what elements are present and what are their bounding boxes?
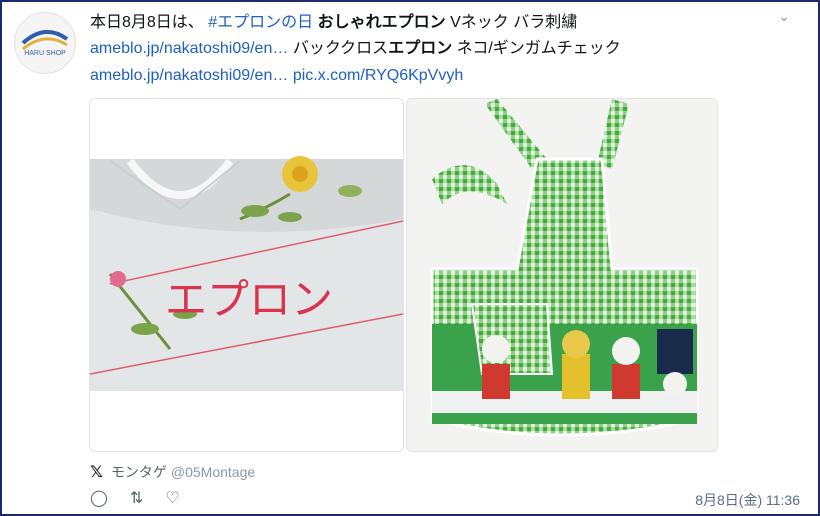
- pic-link[interactable]: pic.x.com/RYQ6KpVvyh: [293, 67, 463, 84]
- avatar[interactable]: HARU SHOP: [14, 12, 76, 74]
- text-rest-2: ネコ/ギンガムチェック: [456, 40, 621, 57]
- heart-icon[interactable]: ♡: [165, 488, 179, 508]
- avatar-text: HARU SHOP: [24, 50, 66, 57]
- ameblo-link-2[interactable]: ameblo.jp/nakatoshi09/en…: [90, 67, 288, 84]
- tweet-text-line-2: ameblo.jp/nakatoshi09/en… バッククロスエプロン ネコ/…: [90, 39, 621, 59]
- text-rest: Vネック バラ刺繍: [450, 14, 578, 31]
- text-bold-2: エプロン: [388, 40, 453, 57]
- tweet-card: HARU SHOP ⌄ 本日8月8日は、 #エプロンの日 おしゃれエプロン Vネ…: [0, 0, 820, 516]
- text-mid: バッククロス: [292, 40, 389, 57]
- timestamp[interactable]: 8月8日(金) 11:36: [695, 490, 800, 510]
- embroidered-apron-image[interactable]: エプロン: [89, 98, 404, 452]
- chevron-down-icon[interactable]: ⌄: [778, 8, 790, 25]
- ameblo-link-1[interactable]: ameblo.jp/nakatoshi09/en…: [90, 40, 288, 57]
- hashtag-link[interactable]: #エプロンの日: [208, 14, 313, 31]
- text-prefix: 本日8月8日は、: [90, 14, 204, 31]
- retweet-icon[interactable]: ⇅: [130, 488, 143, 508]
- apron-embroidery-text: エプロン: [165, 275, 333, 324]
- tweet-text-line-3: ameblo.jp/nakatoshi09/en… pic.x.com/RYQ6…: [90, 66, 463, 86]
- tweet-text-line-1: 本日8月8日は、 #エプロンの日 おしゃれエプロン Vネック バラ刺繍: [90, 13, 577, 33]
- text-bold: おしゃれエプロン: [317, 14, 446, 31]
- action-bar: ◯ ⇅ ♡: [90, 488, 180, 508]
- author-handle[interactable]: @05Montage: [171, 464, 255, 480]
- comment-icon[interactable]: ◯: [90, 488, 108, 508]
- gingham-apron-image[interactable]: [406, 98, 718, 452]
- author-row: 𝕏 モンタゲ @05Montage: [90, 462, 255, 482]
- x-icon: 𝕏: [90, 464, 103, 481]
- author-name[interactable]: モンタゲ: [111, 464, 167, 480]
